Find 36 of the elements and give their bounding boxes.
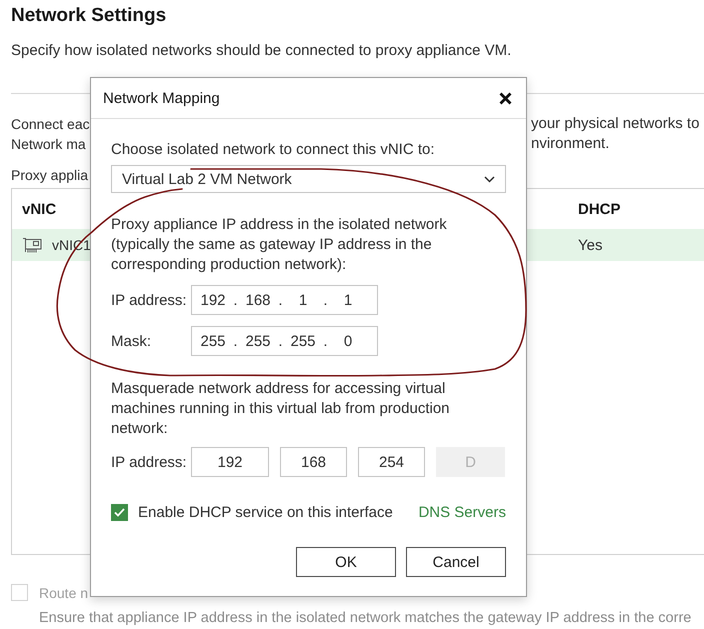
description-text: Proxy appliance IP address in the isolated network (typically the same as gateway IP address in the corresponding production network):	[111, 215, 448, 275]
page-description: Specify how isolated networks should be connected to proxy appliance VM.	[11, 41, 512, 61]
field-label: Mask:	[111, 332, 152, 350]
field-label: IP address:	[111, 454, 188, 470]
octet-field[interactable]: 254	[358, 447, 425, 477]
column-header[interactable]: DHCP	[578, 200, 621, 218]
dns-servers-link[interactable]: DNS Servers	[418, 504, 506, 520]
field-label: IP address:	[111, 292, 188, 308]
section-label: Proxy applia	[11, 166, 88, 185]
network-dropdown[interactable]: Virtual Lab 2 VM Network	[111, 165, 506, 193]
octet-field: D	[436, 447, 505, 477]
description-text: Masquerade network address for accessing virtual machines running in this virtual lab from production network:	[111, 379, 451, 439]
chevron-down-icon	[484, 176, 495, 182]
note-text: Ensure that appliance IP address in the isolated network matches the gateway IP address in the corre	[39, 609, 692, 628]
octet-field[interactable]: 192	[191, 447, 269, 477]
checkmark-icon	[114, 508, 125, 516]
description-text: your physical networks to	[531, 114, 700, 134]
checkbox-label: Route n	[39, 584, 88, 602]
field-label: Choose isolated network to connect this vNIC to:	[111, 140, 434, 160]
description-text: Connect eac	[11, 115, 90, 134]
close-button[interactable]	[499, 92, 512, 104]
table-cell: Yes	[578, 236, 602, 254]
dialog-title: Network Mapping	[103, 90, 220, 106]
checkbox-label: Enable DHCP service on this interface	[138, 504, 393, 520]
ip-address-field[interactable]: 192 . 168 . 1 . 1	[191, 285, 378, 315]
cancel-button[interactable]: Cancel	[406, 547, 506, 577]
ip-address-field[interactable]: 255 . 255 . 255 . 0	[191, 326, 378, 356]
octet-field[interactable]: 168	[280, 447, 347, 477]
checkbox[interactable]	[111, 504, 128, 520]
column-header[interactable]: vNIC	[22, 200, 56, 218]
ok-button[interactable]: OK	[296, 547, 396, 577]
description-text: nvironment.	[531, 134, 610, 154]
close-icon	[499, 92, 512, 104]
page-title: Network Settings	[11, 4, 166, 28]
description-text: Network ma	[11, 135, 86, 154]
network-card-icon	[22, 237, 42, 253]
